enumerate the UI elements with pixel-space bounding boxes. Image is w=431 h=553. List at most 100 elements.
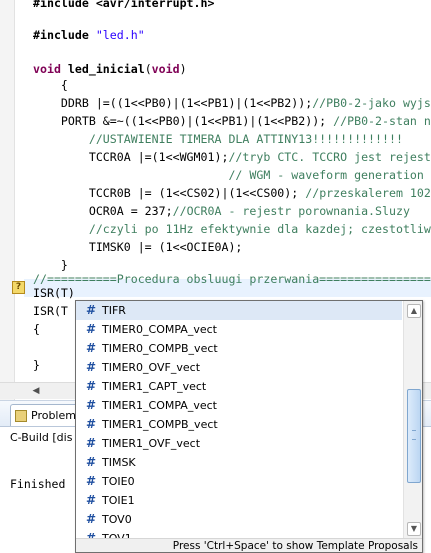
code-token: #include <avr/interrupt.h> (33, 0, 215, 10)
code-line[interactable]: // WGM - waveform generation mode (33, 166, 431, 184)
code-token: void (33, 62, 68, 76)
code-line[interactable]: //==========Procedura obsluugi przerwani… (33, 270, 431, 288)
code-line[interactable]: TCCR0A |=(1<<WGM01);//tryb CTC. TCCRO je… (33, 148, 431, 166)
proposal-item[interactable]: # TIMER1_OVF_vect (76, 434, 402, 453)
code-line[interactable]: ISR(T (33, 302, 68, 320)
code-line[interactable]: PORTB &=~((1<<PB0)|(1<<PB1)|(1<<PB2)); /… (33, 112, 431, 130)
problems-icon (15, 410, 27, 422)
proposal-item[interactable]: # TIFR (76, 301, 402, 320)
proposal-label: TIMER0_OVF_vect (102, 361, 201, 374)
code-line[interactable]: DDRB |=((1<<PB0)|(1<<PB1)|(1<<PB2));//PB… (33, 94, 431, 112)
code-token: //==========Procedura obsluugi przerwani… (33, 272, 431, 286)
macro-hash-icon: # (86, 436, 97, 450)
code-token: #include (33, 28, 96, 42)
macro-hash-icon: # (86, 531, 97, 538)
code-line[interactable]: TCCR0B |= (1<<CS02)|(1<<CS00); //przeska… (33, 184, 431, 202)
scroll-up-icon[interactable]: ▲ (407, 304, 421, 318)
code-line[interactable]: OCR0A = 237;//OCR0A - rejestr porownania… (33, 202, 410, 220)
proposal-label: TIMSK (102, 456, 136, 469)
code-line[interactable]: //USTAWIENIE TIMERA DLA ATTINY13!!!!!!!!… (33, 130, 403, 148)
macro-hash-icon: # (86, 322, 97, 336)
console-title: C-Build [dis (10, 431, 73, 444)
macro-hash-icon: # (86, 512, 97, 526)
code-line[interactable]: #include <avr/interrupt.h> (33, 0, 214, 12)
proposal-label: TIMER1_COMPB_vect (102, 418, 218, 431)
code-line[interactable]: ISR(T) (33, 284, 75, 302)
proposal-label: TIMER0_COMPB_vect (102, 342, 218, 355)
code-line[interactable]: } (33, 356, 40, 374)
code-token: PORTB &=~((1<<PB0)|(1<<PB1)|(1<<PB2)); (33, 114, 334, 128)
code-line[interactable]: #include "led.h" (33, 26, 145, 44)
code-token: led_inicial (67, 62, 145, 76)
proposal-item[interactable]: # TOV0 (76, 510, 402, 529)
code-token: //PB0-2-stan niski (333, 114, 431, 128)
macro-hash-icon: # (86, 360, 97, 374)
proposal-item[interactable]: # TOIE0 (76, 472, 402, 491)
proposal-item[interactable]: # TIMER1_COMPB_vect (76, 415, 402, 434)
macro-hash-icon: # (86, 455, 97, 469)
code-token: TCCR0B |= (1<<CS02)|(1<<CS00); (33, 186, 306, 200)
code-token: ISR(T) (33, 286, 75, 300)
proposal-label: TIFR (102, 304, 126, 317)
proposal-item[interactable]: # TIMER1_CAPT_vect (76, 377, 402, 396)
proposal-label: TOV1 (102, 529, 132, 538)
proposal-label: TIMER1_CAPT_vect (102, 380, 207, 393)
editor-gutter (0, 0, 15, 400)
macro-hash-icon: # (86, 341, 97, 355)
code-token: TIMSK0 |= (1<<OCIE0A); (33, 240, 243, 254)
macro-hash-icon: # (86, 303, 97, 317)
code-token: //przeskalerem 1024 (305, 186, 431, 200)
code-line[interactable]: { (33, 76, 68, 94)
warning-marker-icon[interactable]: ? (12, 281, 25, 294)
proposal-label: TIMER1_OVF_vect (102, 437, 201, 450)
code-line[interactable]: TIMSK0 |= (1<<OCIE0A); (33, 238, 243, 256)
code-token: // WGM - waveform generation mode (33, 168, 431, 182)
proposal-item[interactable]: # TIMER0_COMPA_vect (76, 320, 402, 339)
code-token: //OCR0A - rejestr porownania.Sluzy (172, 204, 410, 218)
macro-hash-icon: # (86, 398, 97, 412)
code-token: { (33, 78, 68, 92)
assist-status-text: Press 'Ctrl+Space' to show Template Prop… (172, 540, 418, 552)
macro-hash-icon: # (86, 493, 97, 507)
code-token: void (151, 62, 180, 76)
code-token: OCR0A = 237; (33, 204, 173, 218)
code-token: //USTAWIENIE TIMERA DLA ATTINY13!!!!!!!!… (33, 132, 403, 146)
proposal-item[interactable]: # TIMER1_COMPA_vect (76, 396, 402, 415)
proposal-label: TIMER0_COMPA_vect (102, 323, 217, 336)
scroll-down-icon[interactable]: ▼ (407, 522, 421, 536)
code-token: //PB0-2-jako wyjscia (312, 96, 431, 110)
code-token: //tryb CTC. TCCRO jest rejestrem (228, 150, 431, 164)
proposal-item[interactable]: # TOIE1 (76, 491, 402, 510)
macro-hash-icon: # (86, 417, 97, 431)
macro-hash-icon: # (86, 379, 97, 393)
code-token: ( (144, 62, 152, 76)
grip-icon (412, 430, 416, 440)
proposal-label: TOIE0 (102, 475, 135, 488)
code-token: } (33, 358, 40, 372)
proposal-label: TIMER1_COMPA_vect (102, 399, 217, 412)
tab-problems[interactable]: Problem (10, 404, 83, 426)
proposal-item[interactable]: # TOV1 (76, 529, 402, 538)
code-token: ISR(T (33, 304, 68, 318)
proposal-label: TOIE1 (102, 494, 135, 507)
proposal-item[interactable]: # TIMER0_COMPB_vect (76, 339, 402, 358)
code-token: "led.h" (95, 28, 145, 42)
scrollbar-thumb[interactable] (407, 389, 421, 483)
code-line[interactable]: //czyli po 11Hz efektywnie dla kazdej; c… (33, 220, 431, 238)
code-line[interactable]: { (33, 320, 40, 338)
content-assist-popup[interactable]: # TIFR # TIMER0_COMPA_vect # TIMER0_COMPB_vec… (75, 300, 423, 553)
proposal-scrollbar[interactable]: ▲ ▼ (403, 301, 422, 538)
code-token: TCCR0A |=(1<<WGM01); (33, 150, 229, 164)
scroll-left-icon[interactable]: ◀ (30, 385, 42, 397)
code-token: ) (179, 62, 187, 76)
proposal-item[interactable]: # TIMER0_OVF_vect (76, 358, 402, 377)
code-token: //czyli po 11Hz efektywnie dla kazdej; c… (33, 222, 431, 236)
code-token: DDRB |=((1<<PB0)|(1<<PB1)|(1<<PB2)); (33, 96, 313, 110)
proposal-item[interactable]: # TIMSK (76, 453, 402, 472)
code-token: { (33, 322, 40, 336)
macro-hash-icon: # (86, 474, 97, 488)
proposal-label: TOV0 (102, 513, 132, 526)
proposal-list[interactable]: # TIFR # TIMER0_COMPA_vect # TIMER0_COMPB_vec… (76, 301, 402, 538)
console-output-line: Finished (10, 477, 66, 491)
tab-problems-label: Problem (31, 409, 76, 422)
